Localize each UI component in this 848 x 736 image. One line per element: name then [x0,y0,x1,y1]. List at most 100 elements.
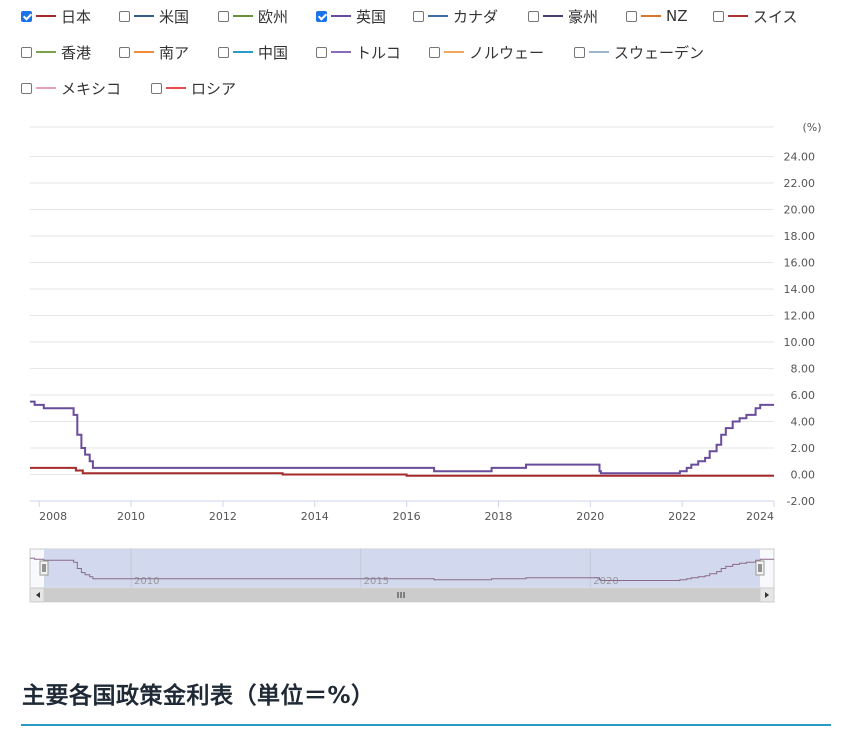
legend-checkbox[interactable] [119,46,130,58]
x-tick-label: 2014 [301,510,329,523]
legend-swatch [134,15,154,17]
legend-swatch [641,15,661,17]
legend-label: カナダ [453,7,499,26]
handle-body [755,560,765,576]
legend-item-5[interactable]: 豪州 [528,6,598,26]
legend-item-3[interactable]: 英国 [316,6,386,26]
legend-checkbox[interactable] [218,46,229,58]
legend-swatch [589,51,609,53]
legend-swatch [428,15,448,17]
legend-swatch [543,15,563,17]
navigator-tick-label: 2015 [364,576,389,587]
legend-item-6[interactable]: NZ [626,6,688,26]
legend-label: 欧州 [258,7,289,26]
y-tick-label: 14.00 [784,283,816,296]
legend-checkbox[interactable] [151,82,162,94]
legend-swatch [331,51,351,53]
y-tick-label: 12.00 [784,310,816,323]
legend-swatch [166,87,186,89]
legend-swatch [36,15,56,17]
y-tick-label: 0.00 [791,469,816,482]
y-tick-label: 2.00 [791,442,816,455]
legend-item-7[interactable]: スイス [713,6,798,26]
legend-label: 日本 [61,7,92,26]
legend-item-13[interactable]: スウェーデン [574,42,704,62]
legend-item-9[interactable]: 南ア [119,42,189,62]
legend-checkbox[interactable] [21,10,32,22]
legend-label: トルコ [356,43,401,62]
legend-swatch [36,87,56,89]
legend-item-10[interactable]: 中国 [218,42,288,62]
series-line-0 [30,400,774,475]
x-tick-label: 2020 [576,510,604,523]
legend-checkbox[interactable] [119,10,130,22]
legend-checkbox[interactable] [316,10,327,22]
legend-label: 南ア [159,43,190,62]
legend-item-0[interactable]: 日本 [21,6,91,26]
legend-checkbox[interactable] [574,46,585,58]
legend-item-1[interactable]: 米国 [119,6,189,26]
legend-item-2[interactable]: 欧州 [218,6,288,26]
legend-item-12[interactable]: ノルウェー [429,42,544,62]
legend-item-14[interactable]: メキシコ [21,78,121,98]
legend-label: スウェーデン [614,43,705,62]
y-tick-label: 6.00 [791,389,816,402]
legend-checkbox[interactable] [528,10,539,22]
x-tick-label: 2024 [746,510,774,523]
legend-label: スイス [753,7,798,26]
legend-label: NZ [666,7,688,25]
legend-swatch [233,51,253,53]
legend-label: ノルウェー [469,43,545,62]
legend-checkbox[interactable] [429,46,440,58]
legend-item-8[interactable]: 香港 [21,42,91,62]
legend-label: ロシア [191,79,237,98]
x-tick-label: 2018 [484,510,512,523]
y-tick-label: 24.00 [784,151,816,164]
x-tick-label: 2010 [117,510,145,523]
y-tick-label: 10.00 [784,336,816,349]
legend-label: 米国 [159,7,190,26]
x-tick-label: 2016 [393,510,421,523]
y-tick-label: 4.00 [791,416,816,429]
y-unit-label: (%) [802,121,821,134]
y-tick-label: 20.00 [784,204,816,217]
legend-label: 香港 [61,43,92,62]
legend-label: 中国 [258,43,289,62]
y-tick-label: 18.00 [784,230,816,243]
legend-checkbox[interactable] [218,10,229,22]
legend-swatch [444,51,464,53]
y-tick-label: 16.00 [784,257,816,270]
handle-body [39,560,49,576]
legend-swatch [331,15,351,17]
legend-item-15[interactable]: ロシア [151,78,236,98]
range-navigator[interactable]: 2010 2015 2020 [0,540,848,610]
scrollbar-thumb[interactable] [44,588,760,602]
y-tick-label: -2.00 [787,495,815,508]
legend-swatch [36,51,56,53]
legend-checkbox[interactable] [713,10,724,22]
chart-legend: 日本 米国 欧州 英国 カナダ 豪州 NZ スイス香港 南ア 中国 トルコ ノルウェー スウェーデンメキ… [0,0,848,110]
x-tick-label: 2012 [209,510,237,523]
x-tick-label: 2022 [668,510,696,523]
section-heading: 主要各国政策金利表（単位＝%） [22,683,375,709]
legend-label: 豪州 [568,7,599,26]
legend-label: 英国 [356,7,387,26]
heading-underline [21,724,831,726]
legend-checkbox[interactable] [413,10,424,22]
legend-item-4[interactable]: カナダ [413,6,498,26]
navigator-left-handle[interactable] [39,560,49,576]
rate-line-chart: (%) 24.00 22.00 20.00 18.00 16.00 14.00 12.00 10… [30,121,822,523]
legend-swatch [728,15,748,17]
y-tick-label: 8.00 [791,363,816,376]
y-tick-label: 22.00 [784,177,816,190]
legend-swatch [134,51,154,53]
navigator-tick-label: 2010 [134,576,159,587]
legend-checkbox[interactable] [21,82,32,94]
x-tick-label: 2008 [39,510,67,523]
legend-swatch [233,15,253,17]
navigator-right-handle[interactable] [755,560,765,576]
legend-checkbox[interactable] [21,46,32,58]
legend-checkbox[interactable] [316,46,327,58]
legend-checkbox[interactable] [626,10,637,22]
legend-item-11[interactable]: トルコ [316,42,401,62]
